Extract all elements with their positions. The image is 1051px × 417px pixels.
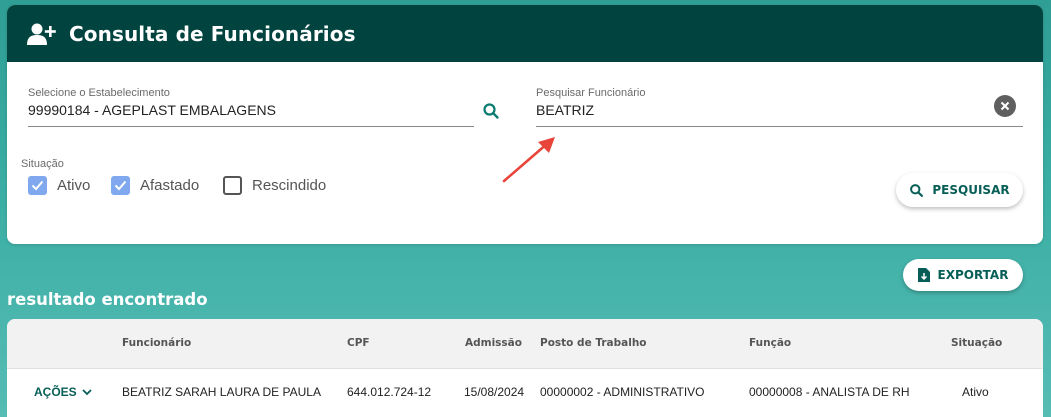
export-button[interactable]: EXPORTAR [903,259,1023,291]
search-icon [909,183,924,198]
situation-label: Situação [21,158,64,170]
column-header-funcionario[interactable]: Funcionário [122,337,191,349]
results-title: resultado encontrado [7,290,208,309]
table-row: AÇÕES BEATRIZ SARAH LAURA DE PAULA 644.0… [7,369,1043,415]
establishment-label: Selecione o Estabelecimento [28,87,170,99]
employee-search-label: Pesquisar Funcionário [536,87,646,99]
page-title: Consulta de Funcionários [69,21,356,46]
checkbox-afastado[interactable]: Afastado [111,176,199,195]
cell-funcionario: BEATRIZ SARAH LAURA DE PAULA [122,385,321,399]
cell-cpf: 644.012.724-12 [347,385,432,399]
checkbox-unchecked-icon[interactable] [223,176,242,195]
results-table: Funcionário CPF Admissão Posto de Trabal… [7,319,1043,417]
column-header-admissao[interactable]: Admissão [465,337,522,349]
filter-card: Consulta de Funcionários [7,5,1043,244]
checkbox-rescindido[interactable]: Rescindido [223,176,326,195]
search-button-label: PESQUISAR [932,183,1010,197]
actions-dropdown[interactable]: AÇÕES [34,385,92,399]
search-establishment-icon[interactable] [482,102,500,120]
user-plus-icon [27,21,57,47]
file-export-icon [917,268,930,282]
search-button[interactable]: PESQUISAR [896,173,1023,207]
checkbox-checked-icon[interactable] [28,176,47,195]
establishment-field[interactable]: Selecione o Estabelecimento 99990184 - A… [28,87,474,118]
cell-posto: 00000002 - ADMINISTRATIVO [540,385,705,399]
actions-label: AÇÕES [34,385,77,399]
annotation-arrow-icon [502,137,555,183]
employee-search-input[interactable]: BEATRIZ [536,102,1023,118]
column-header-cpf[interactable]: CPF [347,337,370,349]
checkbox-afastado-label: Afastado [140,177,200,194]
export-button-label: EXPORTAR [937,268,1009,282]
column-header-posto[interactable]: Posto de Trabalho [540,337,647,349]
establishment-value[interactable]: 99990184 - AGEPLAST EMBALAGENS [28,102,474,118]
table-header: Funcionário CPF Admissão Posto de Trabal… [7,319,1043,369]
column-header-situacao[interactable]: Situação [951,337,1002,349]
chevron-down-icon [82,388,92,396]
establishment-underline [28,126,474,127]
checkbox-rescindido-label: Rescindido [252,177,327,194]
employee-search-underline [536,126,1023,127]
clear-icon[interactable] [994,95,1016,117]
cell-admissao: 15/08/2024 [464,385,525,399]
checkbox-checked-icon[interactable] [111,176,130,195]
checkbox-ativo[interactable]: Ativo [28,176,90,195]
checkbox-ativo-label: Ativo [57,177,91,194]
column-header-funcao[interactable]: Função [749,337,791,349]
card-header: Consulta de Funcionários [7,5,1043,62]
cell-situacao: Ativo [962,385,989,399]
cell-funcao: 00000008 - ANALISTA DE RH [749,385,910,399]
employee-search-field[interactable]: Pesquisar Funcionário BEATRIZ [536,87,1023,118]
